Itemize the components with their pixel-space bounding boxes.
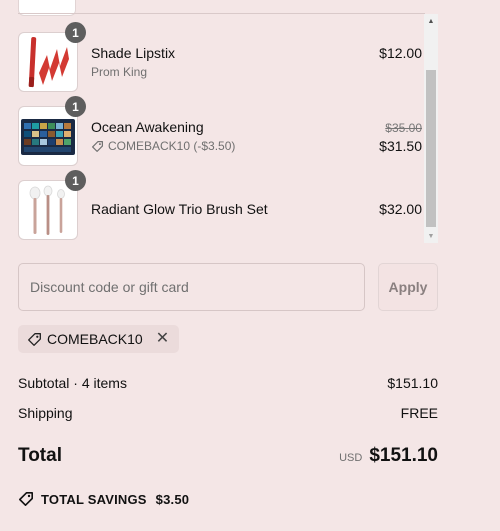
total-value: $151.10 xyxy=(369,445,438,466)
apply-discount-button[interactable]: Apply xyxy=(378,263,438,311)
subtotal-label: Subtotal · 4 items xyxy=(18,375,127,391)
total-savings: TOTAL SAVINGS $3.50 xyxy=(18,491,189,507)
cart-scrollbar[interactable]: ▲ ▼ xyxy=(424,14,438,243)
product-price: $31.50 xyxy=(379,138,422,154)
product-variant: Prom King xyxy=(91,65,148,79)
total-amount: USD $151.10 xyxy=(339,445,438,467)
tag-icon xyxy=(28,332,41,346)
original-price: $35.00 xyxy=(385,121,422,135)
total-row: Total USD $151.10 xyxy=(18,445,438,467)
shipping-label: Shipping xyxy=(18,405,73,421)
list-divider xyxy=(18,13,425,14)
scroll-up-arrow-icon[interactable]: ▲ xyxy=(424,14,438,28)
shipping-row: Shipping FREE xyxy=(18,405,438,421)
scrollbar-thumb[interactable] xyxy=(426,70,436,227)
cart-item: 1 Ocean Awakening COMEBACK10 (-$3.50) $3… xyxy=(18,96,425,168)
tag-icon xyxy=(92,140,103,152)
subtotal-row: Subtotal · 4 items $151.10 xyxy=(18,375,438,391)
cart-item: 1 Radiant Glow Trio Brush Set $32.00 xyxy=(18,170,425,242)
cart-item-list: 1 Shade Lipstix Prom King $12.00 1 Ocean… xyxy=(18,0,425,244)
applied-discount-code: COMEBACK10 xyxy=(47,331,143,347)
currency-code: USD xyxy=(339,452,363,464)
quantity-badge: 1 xyxy=(65,96,86,117)
total-label: Total xyxy=(18,445,62,466)
quantity-badge: 1 xyxy=(65,170,86,191)
product-price: $12.00 xyxy=(379,45,422,61)
tag-icon xyxy=(19,492,33,506)
discount-code-input[interactable] xyxy=(18,263,365,311)
subtotal-value: $151.10 xyxy=(387,375,438,391)
product-name: Ocean Awakening xyxy=(91,119,204,135)
total-savings-value: $3.50 xyxy=(155,491,190,507)
product-name: Radiant Glow Trio Brush Set xyxy=(91,201,268,217)
remove-discount-close-icon[interactable]: ✕ xyxy=(156,331,169,347)
shipping-value: FREE xyxy=(400,405,438,421)
cart-item: 1 Shade Lipstix Prom King $12.00 xyxy=(18,22,425,94)
quantity-badge: 1 xyxy=(65,22,86,43)
scroll-down-arrow-icon[interactable]: ▼ xyxy=(424,229,438,243)
discount-note: COMEBACK10 (-$3.50) xyxy=(108,139,236,153)
order-summary: 1 Shade Lipstix Prom King $12.00 1 Ocean… xyxy=(0,0,500,531)
product-discount: COMEBACK10 (-$3.50) xyxy=(91,139,235,153)
product-price: $32.00 xyxy=(379,201,422,217)
total-savings-label: TOTAL SAVINGS xyxy=(41,491,147,507)
product-name: Shade Lipstix xyxy=(91,45,176,61)
applied-discount-chip: COMEBACK10 ✕ xyxy=(18,325,180,353)
